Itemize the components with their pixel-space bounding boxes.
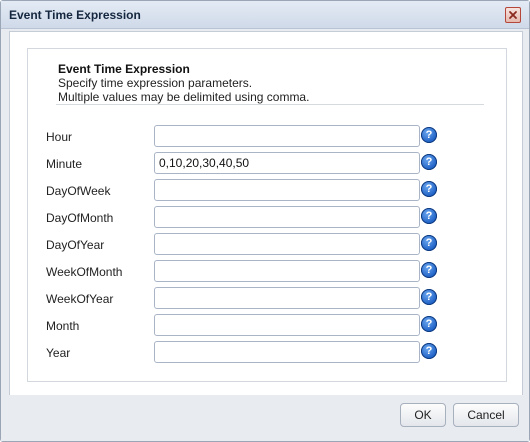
weekofmonth-label: WeekOfMonth xyxy=(46,265,123,279)
year-input[interactable] xyxy=(154,341,420,363)
dayofweek-label: DayOfWeek xyxy=(46,184,111,198)
weekofyear-label: WeekOfYear xyxy=(46,292,114,306)
month-label: Month xyxy=(46,319,80,333)
dialog-body: Event Time Expression Specify time expre… xyxy=(9,31,523,397)
dayofyear-label: DayOfYear xyxy=(46,238,105,252)
form-description-line-1: Specify time expression parameters. xyxy=(58,76,253,90)
hour-input[interactable] xyxy=(154,125,420,147)
weekofmonth-input[interactable] xyxy=(154,260,420,282)
form-heading: Event Time Expression xyxy=(58,62,190,76)
close-icon xyxy=(509,11,517,19)
hour-help-icon[interactable]: ? xyxy=(421,127,437,143)
year-help-icon[interactable]: ? xyxy=(421,343,437,359)
weekofyear-help-icon[interactable]: ? xyxy=(421,289,437,305)
form-header: Event Time Expression Specify time expre… xyxy=(58,62,309,104)
month-input[interactable] xyxy=(154,314,420,336)
cancel-button[interactable]: Cancel xyxy=(453,403,519,427)
weekofmonth-help-icon[interactable]: ? xyxy=(421,262,437,278)
dayofweek-help-icon[interactable]: ? xyxy=(421,181,437,197)
dayofyear-input[interactable] xyxy=(154,233,420,255)
dayofyear-help-icon[interactable]: ? xyxy=(421,235,437,251)
event-time-expression-dialog: Event Time Expression Event Time Express… xyxy=(0,0,530,442)
dayofmonth-label: DayOfMonth xyxy=(46,211,114,225)
header-divider xyxy=(56,104,484,105)
titlebar: Event Time Expression xyxy=(1,1,529,29)
weekofyear-input[interactable] xyxy=(154,287,420,309)
dayofmonth-help-icon[interactable]: ? xyxy=(421,208,437,224)
dayofmonth-input[interactable] xyxy=(154,206,420,228)
dayofweek-input[interactable] xyxy=(154,179,420,201)
dialog-footer: OK Cancel xyxy=(1,395,529,441)
close-button[interactable] xyxy=(505,7,521,23)
year-label: Year xyxy=(46,346,71,360)
minute-help-icon[interactable]: ? xyxy=(421,154,437,170)
ok-button[interactable]: OK xyxy=(400,403,446,427)
minute-label: Minute xyxy=(46,157,83,171)
form-panel: Event Time Expression Specify time expre… xyxy=(27,48,507,382)
dialog-title: Event Time Expression xyxy=(9,8,141,22)
hour-label: Hour xyxy=(46,130,73,144)
form-description-line-2: Multiple values may be delimited using c… xyxy=(58,90,310,104)
month-help-icon[interactable]: ? xyxy=(421,316,437,332)
minute-input[interactable] xyxy=(154,152,420,174)
